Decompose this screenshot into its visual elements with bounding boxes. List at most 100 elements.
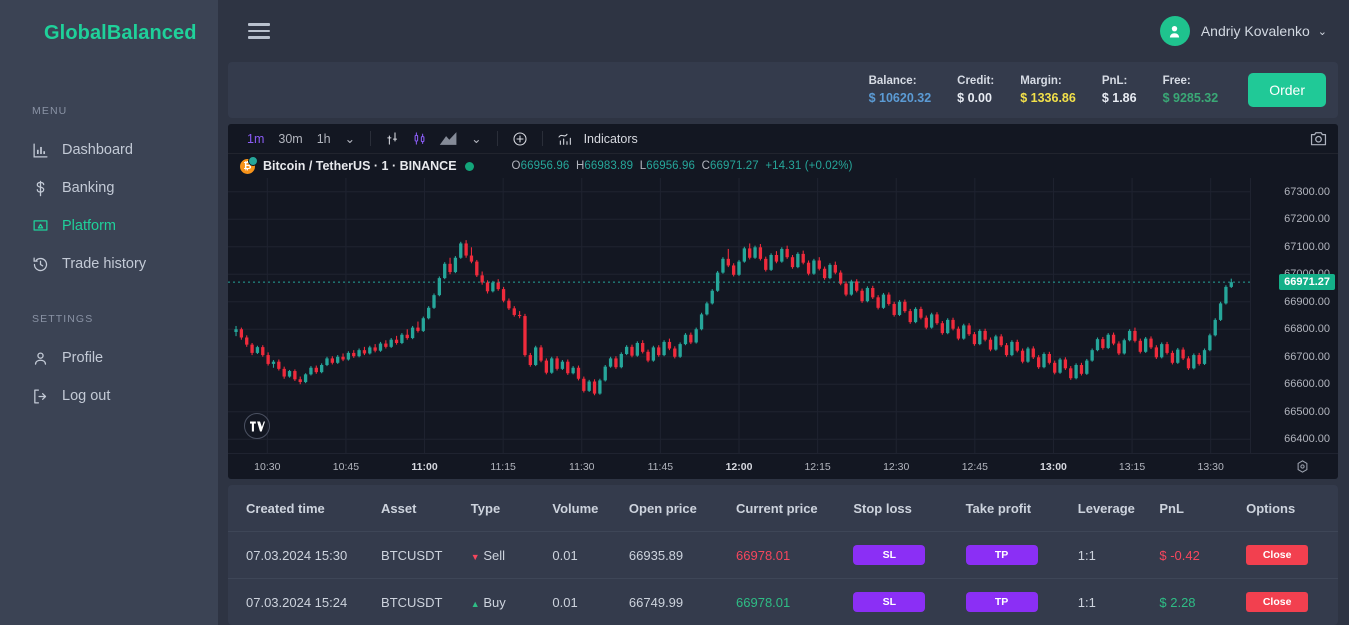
chart-settings-icon[interactable] [1295, 459, 1310, 479]
column-options: Options [1246, 485, 1338, 532]
sidebar-section-menu: MENU [32, 105, 68, 117]
time-tick: 11:00 [411, 461, 438, 473]
compare-icon[interactable] [379, 131, 406, 146]
area-chart-icon[interactable] [433, 131, 464, 146]
ohlc-o-key: O [511, 160, 521, 172]
candlestick-series [228, 178, 1250, 453]
price-axis[interactable]: 67300.0067200.0067100.0067000.0066900.00… [1250, 178, 1338, 453]
price-tick: 66700.00 [1284, 350, 1330, 363]
sidebar-item-banking[interactable]: Banking [0, 169, 218, 207]
time-tick: 13:15 [1118, 461, 1146, 473]
top-header: Andriy Kovalenko ⌄ [218, 0, 1349, 62]
stat-value: $ 0.00 [957, 91, 992, 106]
timeframe-30m[interactable]: 30m [271, 132, 309, 146]
user-menu[interactable]: Andriy Kovalenko ⌄ [1159, 16, 1327, 46]
stat-free: Free: $ 9285.32 [1163, 73, 1219, 108]
sidebar-item-logout[interactable]: Log out [0, 377, 218, 415]
timeframe-1h[interactable]: 1h [310, 132, 338, 146]
time-tick: 13:30 [1197, 461, 1224, 473]
cell-options: Close [1246, 531, 1338, 579]
stop-loss-badge[interactable]: SL [853, 545, 926, 565]
table-header-row: Created time Asset Type Volume Open pric… [228, 485, 1338, 532]
take-profit-badge[interactable]: TP [965, 592, 1038, 612]
hamburger-icon[interactable] [248, 23, 270, 39]
price-tick: 66400.00 [1284, 433, 1330, 446]
sidebar-item-label: Log out [62, 388, 111, 404]
sidebar-item-dashboard[interactable]: Dashboard [0, 131, 218, 169]
cell-stop-loss: SL [853, 578, 966, 625]
indicators-label[interactable]: Indicators [584, 132, 638, 146]
cell-current-price: 66978.01 [736, 578, 854, 625]
sidebar-item-profile[interactable]: Profile [0, 339, 218, 377]
order-button[interactable]: Order [1248, 73, 1326, 107]
sidebar-item-label: Platform [62, 218, 116, 234]
ohlc-h: 66983.89 [584, 160, 634, 172]
sidebar: GlobalBalanced MENU Dashboard Banking Pl… [0, 0, 218, 625]
stat-label: Margin: [1020, 74, 1062, 87]
chart-type-chevron-down-icon[interactable]: ⌄ [464, 131, 488, 146]
column-open-price: Open price [628, 485, 737, 532]
time-tick: 10:30 [254, 461, 281, 473]
content-area: Balance: $ 10620.32 Credit: $ 0.00 Margi… [218, 62, 1349, 625]
camera-icon[interactable] [1309, 130, 1328, 147]
cell-stop-loss: SL [853, 531, 966, 579]
cell-created-time: 07.03.2024 15:30 [228, 531, 382, 579]
cell-type: ▲ Buy [470, 578, 553, 625]
column-type: Type [470, 485, 553, 532]
stat-value: $ 9285.32 [1162, 91, 1219, 106]
close-position-button[interactable]: Close [1246, 592, 1309, 612]
ohlc-c: 66971.27 [709, 160, 759, 172]
chart-plot-area[interactable]: 67300.0067200.0067100.0067000.0066900.00… [228, 178, 1338, 453]
timeframe-1m[interactable]: 1m [240, 132, 271, 146]
bitcoin-icon: ₿ [240, 155, 258, 174]
price-tick: 66600.00 [1284, 378, 1330, 391]
sidebar-item-platform[interactable]: Platform [0, 207, 218, 245]
tradingview-logo-icon [244, 413, 270, 439]
direction-up-icon: ▲ [470, 598, 480, 609]
cell-volume: 0.01 [552, 578, 629, 625]
logout-icon [32, 388, 49, 405]
symbol-name[interactable]: Bitcoin / TetherUS · 1 · BINANCE [263, 159, 457, 173]
time-tick: 12:30 [883, 461, 910, 473]
time-tick: 11:15 [490, 461, 516, 473]
stat-margin: Margin: $ 1336.86 [1020, 73, 1076, 108]
close-position-button[interactable]: Close [1246, 545, 1309, 565]
stat-value: $ 1336.86 [1020, 91, 1076, 106]
price-tick: 66800.00 [1284, 323, 1330, 336]
cell-open-price: 66935.89 [628, 531, 737, 579]
ohlc-c-key: C [701, 160, 710, 172]
app-root: GlobalBalanced MENU Dashboard Banking Pl… [0, 0, 1349, 625]
sidebar-item-trade-history[interactable]: Trade history [0, 245, 218, 283]
time-tick: 12:45 [961, 461, 988, 473]
cell-leverage: 1:1 [1077, 578, 1160, 625]
indicators-icon[interactable] [551, 131, 579, 147]
column-volume: Volume [552, 485, 629, 532]
column-pnl: PnL [1159, 485, 1247, 532]
type-label: Sell [483, 547, 506, 563]
cell-take-profit: TP [965, 531, 1078, 579]
candlestick-icon[interactable] [406, 131, 433, 146]
table-row: 07.03.2024 15:24 BTCUSDT ▲ Buy 0.01 6674… [228, 578, 1338, 625]
positions-table: Created time Asset Type Volume Open pric… [228, 485, 1338, 625]
cell-take-profit: TP [965, 578, 1078, 625]
divider [496, 131, 498, 146]
cell-current-price: 66978.01 [736, 531, 854, 579]
stop-loss-badge[interactable]: SL [853, 592, 926, 612]
user-name: Andriy Kovalenko [1200, 23, 1310, 39]
cell-volume: 0.01 [552, 531, 629, 579]
column-asset: Asset [381, 485, 471, 532]
stat-label: Free: [1162, 74, 1191, 87]
time-axis[interactable]: 10:30 10:45 11:00 11:15 11:30 11:45 12:00 12:15… [228, 453, 1338, 479]
stat-value: $ 10620.32 [868, 91, 932, 106]
price-tick: 67100.00 [1284, 240, 1330, 253]
stat-credit: Credit: $ 0.00 [957, 73, 994, 108]
cell-open-price: 66749.99 [628, 578, 737, 625]
cell-asset: BTCUSDT [381, 578, 471, 625]
take-profit-badge[interactable]: TP [965, 545, 1038, 565]
column-take-profit: Take profit [965, 485, 1078, 532]
column-stop-loss: Stop loss [853, 485, 966, 532]
timeframe-chevron-down-icon[interactable]: ⌄ [338, 131, 362, 146]
add-icon[interactable] [506, 131, 534, 147]
chevron-down-icon: ⌄ [1317, 25, 1327, 38]
positions-table-panel: Created time Asset Type Volume Open pric… [228, 485, 1338, 625]
